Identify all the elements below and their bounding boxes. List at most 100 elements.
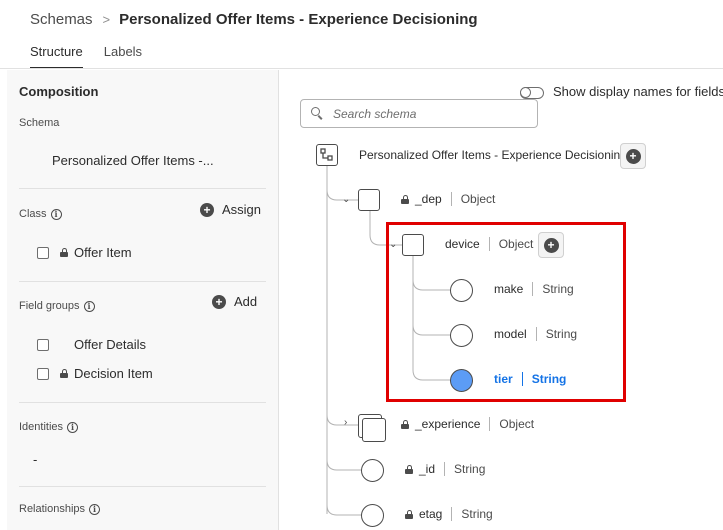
tab-structure[interactable]: Structure: [30, 44, 83, 69]
schema-label-text: Schema: [19, 117, 60, 129]
field-node-dep[interactable]: [358, 189, 380, 211]
chevron-right-icon[interactable]: ›: [344, 417, 347, 428]
search-input[interactable]: [333, 106, 533, 121]
field-name: tier: [494, 372, 513, 386]
tab-labels[interactable]: Labels: [104, 44, 142, 69]
add-circle-icon: +: [200, 202, 214, 217]
field-name: _dep: [415, 192, 442, 206]
class-item-checkbox[interactable]: [37, 246, 49, 259]
field-group-checkbox[interactable]: [37, 338, 49, 351]
add-field-button[interactable]: +: [538, 232, 564, 258]
field-groups-label: Field groups i: [19, 300, 95, 312]
composition-panel: Composition Schema Personalized Offer It…: [7, 70, 279, 530]
separator: [521, 372, 523, 386]
display-names-toggle-label: Show display names for fields: [553, 84, 723, 99]
field-type: String: [542, 282, 574, 296]
add-field-button[interactable]: +: [620, 143, 646, 169]
field-groups-label-text: Field groups: [19, 300, 80, 312]
separator: [451, 507, 453, 521]
field-node-id[interactable]: [361, 459, 384, 482]
field-type: Object: [498, 237, 534, 251]
divider: [19, 402, 266, 403]
divider: [19, 486, 266, 487]
divider: [19, 188, 266, 189]
breadcrumb-schemas-link[interactable]: Schemas: [30, 11, 93, 28]
chevron-right-icon: >: [102, 11, 111, 27]
field-row-model[interactable]: model String: [494, 327, 577, 341]
separator: [532, 282, 534, 296]
field-name: make: [494, 282, 524, 296]
field-row-id[interactable]: _id String: [405, 462, 485, 476]
separator: [444, 462, 446, 476]
field-group-decision-item: Decision Item: [37, 366, 153, 381]
schema-label: Schema: [19, 117, 59, 129]
schema-root-label[interactable]: Personalized Offer Items - Experience De…: [359, 148, 627, 162]
field-group-label[interactable]: Decision Item: [74, 366, 153, 381]
lock-icon: [60, 248, 68, 257]
lock-icon: [401, 194, 409, 204]
field-group-label[interactable]: Offer Details: [74, 337, 146, 352]
field-type: String: [454, 462, 486, 476]
field-row-dep[interactable]: _dep Object: [401, 192, 495, 206]
identities-value: -: [33, 452, 38, 467]
field-node-tier[interactable]: [450, 369, 473, 392]
field-node-device[interactable]: [402, 234, 424, 256]
divider: [19, 281, 266, 282]
add-field-group-button[interactable]: + Add: [212, 294, 257, 309]
assign-label: Assign: [222, 202, 262, 217]
info-icon[interactable]: i: [50, 208, 62, 220]
field-type: Object: [460, 192, 496, 206]
lock-icon: [405, 464, 413, 474]
composition-title: Composition: [19, 84, 99, 99]
info-icon[interactable]: i: [67, 421, 79, 433]
separator: [450, 192, 452, 206]
add-circle-icon: +: [212, 294, 226, 309]
field-row-make[interactable]: make String: [494, 282, 574, 296]
assign-class-button[interactable]: + Assign: [200, 202, 261, 217]
breadcrumb-current: Personalized Offer Items - Experience De…: [119, 10, 478, 28]
field-type: String: [545, 327, 578, 341]
field-group-offer-details: Offer Details: [37, 337, 146, 352]
field-row-etag[interactable]: etag String: [405, 507, 493, 521]
lock-icon: [405, 509, 413, 519]
search-icon: [311, 107, 324, 120]
field-node-model[interactable]: [450, 324, 473, 347]
field-name: _id: [419, 462, 436, 476]
tree-connector-lines: [326, 166, 451, 516]
field-node-experience[interactable]: [358, 414, 386, 442]
breadcrumb: Schemas > Personalized Offer Items - Exp…: [30, 9, 478, 29]
add-circle-icon: +: [543, 237, 559, 253]
tabs-divider: [0, 68, 723, 69]
relationships-label-text: Relationships: [19, 503, 86, 515]
separator: [535, 327, 537, 341]
field-type: String: [531, 372, 567, 386]
lock-icon: [401, 419, 409, 429]
field-type: Object: [499, 417, 535, 431]
field-group-checkbox[interactable]: [37, 367, 49, 380]
lock-icon: [60, 369, 68, 378]
hierarchy-icon: [320, 148, 333, 161]
chevron-down-icon[interactable]: ⌄: [342, 194, 350, 205]
field-node-make[interactable]: [450, 279, 473, 302]
class-item-label[interactable]: Offer Item: [74, 245, 132, 260]
add-circle-icon: +: [625, 148, 641, 164]
relationships-label: Relationships i: [19, 503, 101, 515]
field-type: String: [461, 507, 493, 521]
field-row-device[interactable]: device Object: [445, 237, 533, 251]
schema-root-icon[interactable]: [316, 144, 338, 166]
separator: [489, 417, 491, 431]
separator: [488, 237, 490, 251]
add-label: Add: [234, 294, 258, 309]
schema-tree-panel: Show display names for fields Search sch…: [280, 70, 723, 530]
field-row-experience[interactable]: _experience Object: [401, 417, 534, 431]
schema-root-name: Personalized Offer Items - Experience De…: [359, 148, 627, 162]
info-icon[interactable]: i: [89, 503, 101, 515]
display-names-toggle[interactable]: [520, 87, 544, 99]
field-name: _experience: [415, 417, 481, 431]
info-icon[interactable]: i: [83, 300, 95, 312]
chevron-down-icon[interactable]: ⌄: [389, 239, 397, 250]
field-name: device: [445, 237, 480, 251]
field-node-etag[interactable]: [361, 504, 384, 527]
field-row-tier[interactable]: tier String: [494, 372, 566, 386]
schema-name[interactable]: Personalized Offer Items -...: [52, 153, 214, 168]
